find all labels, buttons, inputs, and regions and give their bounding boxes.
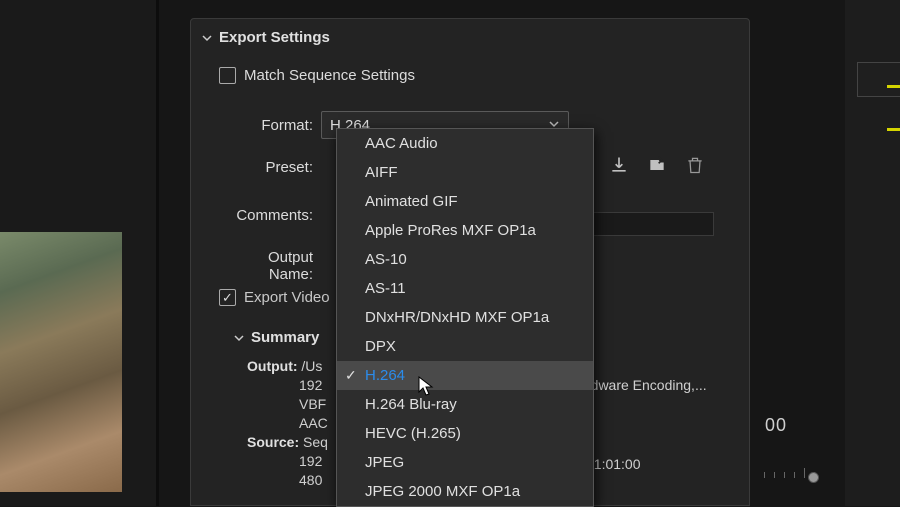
preset-import-icon[interactable] — [647, 155, 667, 179]
summary-output-l2: 192 — [299, 377, 322, 393]
marker-dash — [887, 128, 900, 131]
timecode-fragment: 00 — [765, 415, 787, 436]
summary-output-label: Output: — [247, 358, 298, 374]
format-option[interactable]: HEVC (H.265) — [337, 419, 593, 448]
summary-source-l1: Seq — [303, 434, 328, 450]
match-sequence-label: Match Sequence Settings — [244, 67, 415, 84]
format-dropdown[interactable]: AAC AudioAIFFAnimated GIFApple ProRes MX… — [336, 128, 594, 507]
mouse-cursor — [418, 376, 436, 402]
format-option[interactable]: H.264 — [337, 361, 593, 390]
preview-thumbnail — [0, 232, 122, 492]
summary-source-l3: 480 — [299, 472, 322, 488]
export-video-label: Export Video — [244, 289, 330, 306]
summary-output-path: /Us — [301, 358, 322, 374]
preset-toolbar — [609, 155, 705, 179]
summary-output-l4: AAC — [299, 415, 328, 431]
download-icon[interactable] — [609, 155, 629, 179]
zoom-knob[interactable] — [808, 472, 819, 483]
summary-output-l3: VBF — [299, 396, 326, 412]
format-option[interactable]: AIFF — [337, 158, 593, 187]
chevron-down-icon[interactable] — [231, 330, 247, 346]
format-option[interactable]: AS-11 — [337, 274, 593, 303]
export-video-checkbox[interactable] — [219, 289, 236, 306]
format-option[interactable]: AAC Audio — [337, 129, 593, 158]
format-option[interactable]: DPX — [337, 332, 593, 361]
output-name-label: Output Name: — [221, 249, 321, 283]
summary-title: Summary — [251, 329, 319, 346]
chevron-down-icon[interactable] — [199, 30, 215, 46]
marker-dash — [887, 85, 900, 88]
format-option[interactable]: JPEG — [337, 448, 593, 477]
match-sequence-checkbox[interactable] — [219, 67, 236, 84]
comments-input[interactable] — [586, 212, 714, 236]
summary-duration-snippet: 01:01:00 — [586, 456, 641, 472]
format-option[interactable]: DNxHR/DNxHD MXF OP1a — [337, 303, 593, 332]
format-option[interactable]: Apple ProRes MXF OP1a — [337, 216, 593, 245]
format-option[interactable]: JPEG 2000 MXF OP1a — [337, 477, 593, 506]
panel-title: Export Settings — [219, 29, 330, 46]
preset-label: Preset: — [221, 159, 321, 176]
format-label: Format: — [221, 117, 321, 134]
format-option[interactable]: Animated GIF — [337, 187, 593, 216]
format-option[interactable]: AS-10 — [337, 245, 593, 274]
format-option[interactable]: H.264 Blu-ray — [337, 390, 593, 419]
summary-source-l2: 192 — [299, 453, 322, 469]
zoom-ruler[interactable] — [760, 460, 840, 490]
trash-icon[interactable] — [685, 155, 705, 179]
summary-source-label: Source: — [247, 434, 299, 450]
match-sequence-row[interactable]: Match Sequence Settings — [219, 67, 415, 84]
left-divider — [156, 0, 159, 506]
comments-label: Comments: — [221, 207, 321, 224]
summary-encoding-snippet: rdware Encoding,... — [586, 377, 707, 393]
panel-header[interactable]: Export Settings — [199, 29, 330, 46]
timeline-box — [857, 62, 900, 97]
